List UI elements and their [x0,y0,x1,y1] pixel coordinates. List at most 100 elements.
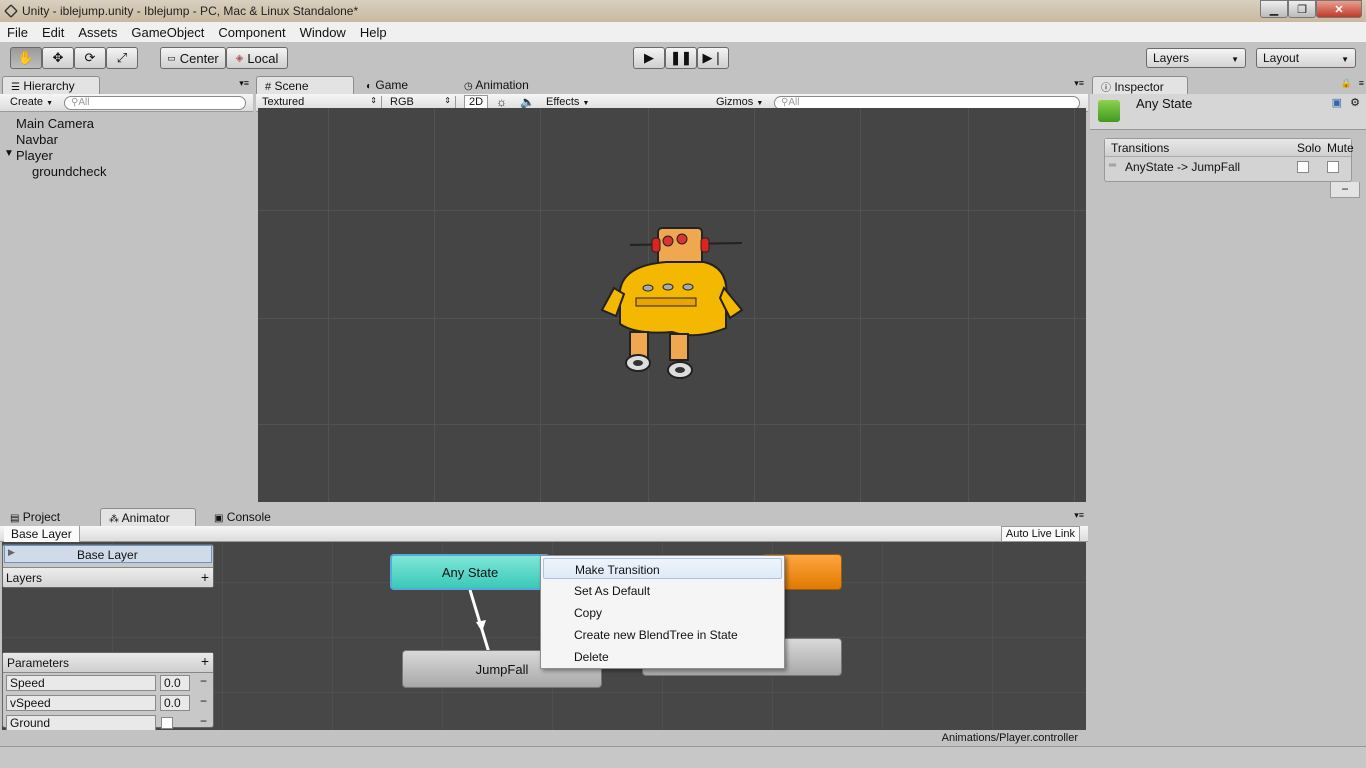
remove-parameter-button[interactable]: − [200,714,207,730]
tab-animator-label: Animator [121,511,170,525]
transition-row[interactable]: AnyState -> JumpFall [1125,160,1240,174]
tab-game[interactable]: ◐ Game [358,76,448,94]
parameter-name-field[interactable]: vSpeed [6,695,156,711]
parameter-name-field[interactable]: Speed [6,675,156,691]
panel-menu-icon[interactable]: ≡ [1359,78,1364,88]
color-mode-dropdown[interactable]: RGB ⇕ [390,96,456,108]
remove-parameter-button[interactable]: − [200,674,207,690]
layers-header: Layers + [3,567,213,587]
tab-inspector[interactable]: ⓘ Inspector [1092,76,1188,94]
menu-edit[interactable]: Edit [35,25,71,40]
hand-tool-button[interactable]: ✋ [10,47,42,69]
scene-view[interactable] [258,108,1086,502]
layers-dropdown[interactable]: Layers ▼ [1146,48,1246,68]
hierarchy-search-input[interactable]: ⚲All [64,96,246,110]
window-title: Unity - iblejump.unity - Iblejump - PC, … [22,4,359,18]
space-local-button[interactable]: ◈ Local [226,47,288,69]
tab-animator[interactable]: ⁂ Animator [100,508,196,526]
panel-menu-icon[interactable]: ▾≡ [1074,78,1084,89]
expand-triangle-icon[interactable]: ▼ [4,148,14,159]
list-item[interactable]: Main Camera [16,116,94,131]
chevron-down-icon: ▼ [46,100,54,107]
lock-icon[interactable]: 🔒 [1341,78,1352,89]
tab-project[interactable]: ▤ Project [2,508,92,526]
mute-checkbox[interactable] [1327,161,1339,173]
pivot-center-button[interactable]: ▭ Center [160,47,226,69]
effects-dropdown[interactable]: Effects ▼ [546,96,596,108]
list-item[interactable]: groundcheck [32,164,106,179]
menu-item-make-transition[interactable]: Make Transition [543,558,782,579]
play-icon: ▶ [644,50,654,65]
context-menu: Make Transition Set As Default Copy Crea… [540,555,785,669]
menu-help[interactable]: Help [353,25,394,40]
parameter-bool-checkbox[interactable] [161,717,173,729]
layout-dropdown[interactable]: Layout ▼ [1256,48,1356,68]
panel-menu-icon[interactable]: ▾≡ [1074,510,1084,521]
help-icon[interactable]: ▣ [1332,96,1342,109]
solo-checkbox[interactable] [1297,161,1309,173]
maximize-button[interactable]: ❐ [1288,0,1316,18]
animator-icon: ⁂ [109,514,119,525]
auto-live-link-toggle[interactable]: Auto Live Link [1000,526,1080,542]
robot-sprite[interactable] [596,220,746,390]
transitions-header: Transitions Solo Mute [1105,139,1354,157]
speaker-icon[interactable]: 🔈 [520,95,535,109]
tab-scene-label: Scene [274,79,309,93]
add-layer-button[interactable]: + [201,569,209,585]
layer-name: Base Layer [77,548,138,562]
unity-logo-icon [4,4,18,18]
color-mode-label: RGB [390,96,414,108]
menu-gameobject[interactable]: GameObject [124,25,211,40]
parameter-value-field[interactable]: 0.0 [160,675,190,691]
menu-assets[interactable]: Assets [71,25,124,40]
menu-file[interactable]: File [0,25,35,40]
layer-item-base[interactable]: ▶ Base Layer [4,545,212,563]
tab-hierarchy[interactable]: ☰ Hierarchy [2,76,100,94]
search-placeholder: All [78,97,90,108]
object-name: Any State [1136,96,1193,111]
remove-parameter-button[interactable]: − [200,694,207,710]
gizmos-dropdown[interactable]: Gizmos ▼ [716,96,770,108]
panel-menu-icon[interactable]: ▾≡ [239,78,249,89]
inspector-panel: ⓘ Inspector 🔒 ≡ Any State ▣ ⚙ Transition… [1090,76,1366,746]
list-item[interactable]: Player [16,148,53,163]
any-state-node[interactable]: Any State [390,554,550,590]
tab-animation[interactable]: ◷ Animation [456,76,556,94]
gear-icon[interactable]: ⚙ [1350,96,1360,109]
play-button[interactable]: ▶ [633,47,665,69]
step-button[interactable]: ▶❘ [697,47,729,69]
menu-item-delete[interactable]: Delete [543,646,782,667]
breadcrumb[interactable]: Base Layer [4,526,80,542]
chevron-down-icon: ▼ [756,100,764,107]
menu-item-create-blendtree[interactable]: Create new BlendTree in State [543,624,782,645]
menu-bar: File Edit Assets GameObject Component Wi… [0,22,1366,42]
space-label: Local [247,50,279,66]
render-mode-dropdown[interactable]: Textured ⇕ [262,96,382,108]
menu-component[interactable]: Component [211,25,292,40]
parameter-name-field[interactable]: Ground [6,715,156,730]
list-item[interactable]: Navbar [16,132,58,147]
tab-console[interactable]: ▣ Console [206,508,296,526]
menu-item-set-as-default[interactable]: Set As Default [543,580,782,601]
menu-item-copy[interactable]: Copy [543,602,782,623]
parameter-value-field[interactable]: 0.0 [160,695,190,711]
rotate-tool-button[interactable]: ⟳ [74,47,106,69]
sun-icon[interactable]: ☼ [496,95,507,109]
parameters-header: Parameters + [3,653,213,673]
menu-window[interactable]: Window [293,25,353,40]
tab-scene[interactable]: # Scene [256,76,354,94]
mute-column: Mute [1327,141,1354,155]
add-parameter-button[interactable]: + [201,653,209,669]
game-icon: ◐ [366,81,373,92]
create-dropdown[interactable]: Create ▼ [10,96,53,108]
remove-transition-button[interactable]: − [1330,182,1360,198]
expand-arrow-icon: ▶ [8,547,15,557]
drag-handle-icon[interactable]: ═ [1109,160,1116,171]
rotate-icon: ⟳ [84,50,96,65]
minimize-button[interactable]: ▁ [1260,0,1288,18]
close-button[interactable]: ✕ [1316,0,1362,18]
hierarchy-panel: ☰ Hierarchy ▾≡ Create ▼ ⚲All Main Camera… [0,76,253,502]
pause-button[interactable]: ❚❚ [665,47,697,69]
move-tool-button[interactable]: ✥ [42,47,74,69]
scale-tool-button[interactable]: ⤢ [106,47,138,69]
